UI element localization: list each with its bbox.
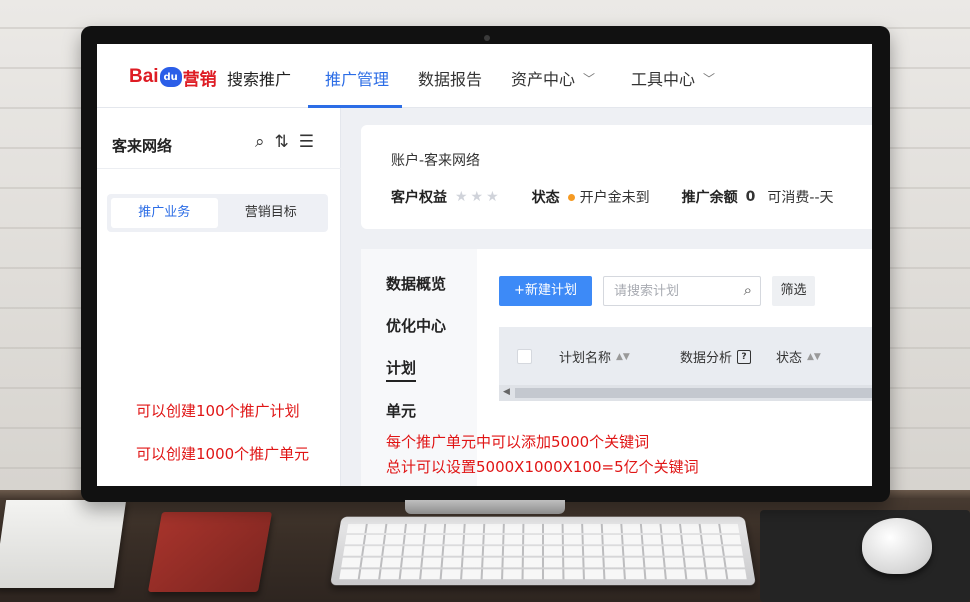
tab-marketing-goal[interactable]: 营销目标: [218, 198, 325, 228]
account-sidebar: 客来网络 ⌕ ⇅ ☰ 推广业务 营销目标 可以创建100个推广计划 可以创建10…: [97, 108, 341, 486]
plan-search-input[interactable]: [614, 282, 732, 300]
sort-icon[interactable]: ⇅: [275, 132, 289, 152]
spend-days: 可消费--天: [767, 190, 834, 206]
chevron-down-icon: ﹀: [583, 71, 596, 86]
screen: Bai du 营销 搜索推广 推广管理 数据报告 资产中心 ﹀ 工具中心 ﹀ 客…: [97, 44, 872, 486]
nav-item-asset-center[interactable]: 资产中心 ﹀: [511, 66, 595, 90]
nav-item-data-report[interactable]: 数据报告: [418, 66, 482, 90]
submenu-unit[interactable]: 单元: [386, 400, 416, 421]
plan-table-header: 计划名称 ▲▼ 数据分析 ? 状态 ▲▼: [499, 327, 872, 385]
mouse: [862, 518, 932, 574]
sort-icon[interactable]: ▲▼: [616, 352, 630, 361]
status-dot-icon: [567, 193, 575, 201]
sidebar-tools: ⌕ ⇅ ☰: [255, 132, 314, 152]
search-icon[interactable]: ⌕: [255, 132, 265, 152]
rights-label: 客户权益: [391, 190, 447, 206]
keyboard: [330, 516, 756, 586]
search-icon[interactable]: ⌕: [744, 281, 752, 299]
sidebar-tabs: 推广业务 营销目标: [107, 194, 328, 232]
account-info-card: 账户-客来网络 客户权益 ★★★ 状态 开户金未到 推广余额 0 可消费--天: [361, 125, 872, 229]
scrollbar-thumb[interactable]: [515, 388, 872, 398]
product-name: 搜索推广: [227, 70, 292, 89]
monitor-stand: [405, 500, 565, 514]
list-icon[interactable]: ☰: [299, 132, 314, 152]
chevron-down-icon: ﹀: [703, 71, 716, 86]
note-keyword-per-unit: 每个推广单元中可以添加5000个关键词: [386, 433, 650, 451]
plan-search-box[interactable]: ⌕: [603, 276, 761, 306]
account-name: 客来网络: [112, 137, 173, 155]
column-status[interactable]: 状态 ▲▼: [776, 347, 821, 366]
nav-item-promotion-management[interactable]: 推广管理: [325, 66, 389, 90]
help-icon[interactable]: ?: [737, 349, 752, 364]
star-rating-icon: ★★★: [455, 189, 502, 205]
white-notebook: [0, 500, 127, 588]
balance-value: 0: [745, 189, 756, 205]
divider: [97, 168, 341, 169]
camera-icon: [484, 35, 490, 41]
scroll-left-icon[interactable]: ◀: [503, 387, 510, 397]
select-all-checkbox[interactable]: [517, 349, 532, 364]
baidu-marketing-logo[interactable]: Bai du 营销: [129, 66, 217, 90]
status-value: 开户金未到: [579, 190, 650, 206]
account-stats-row: 客户权益 ★★★ 状态 开户金未到 推广余额 0 可消费--天: [391, 187, 834, 207]
sort-icon[interactable]: ▲▼: [807, 352, 821, 361]
column-data-analysis: 数据分析 ?: [680, 347, 752, 366]
red-notebook: [147, 512, 273, 592]
note-unit-limit: 可以创建1000个推广单元: [136, 445, 310, 463]
note-keyword-total: 总计可以设置5000X1000X100=5亿个关键词: [386, 458, 699, 476]
nav-item-tool-center[interactable]: 工具中心 ﹀: [631, 66, 715, 90]
tab-promotion-business[interactable]: 推广业务: [111, 198, 218, 228]
top-navbar: Bai du 营销 搜索推广 推广管理 数据报告 资产中心 ﹀ 工具中心 ﹀: [97, 44, 872, 108]
filter-button[interactable]: 筛选: [772, 276, 815, 306]
column-plan-name[interactable]: 计划名称 ▲▼: [559, 347, 630, 366]
paw-icon: du: [159, 67, 182, 87]
account-breadcrumb: 账户-客来网络: [391, 153, 481, 169]
submenu-data-overview[interactable]: 数据概览: [386, 273, 446, 294]
new-plan-button[interactable]: +新建计划: [499, 276, 592, 306]
horizontal-scrollbar[interactable]: ◀: [499, 385, 872, 401]
status-label: 状态: [531, 190, 560, 206]
note-plan-limit: 可以创建100个推广计划: [136, 402, 300, 420]
submenu-optimization-center[interactable]: 优化中心: [386, 315, 446, 336]
balance-label: 推广余额: [681, 190, 738, 206]
submenu-plan[interactable]: 计划: [386, 357, 417, 382]
